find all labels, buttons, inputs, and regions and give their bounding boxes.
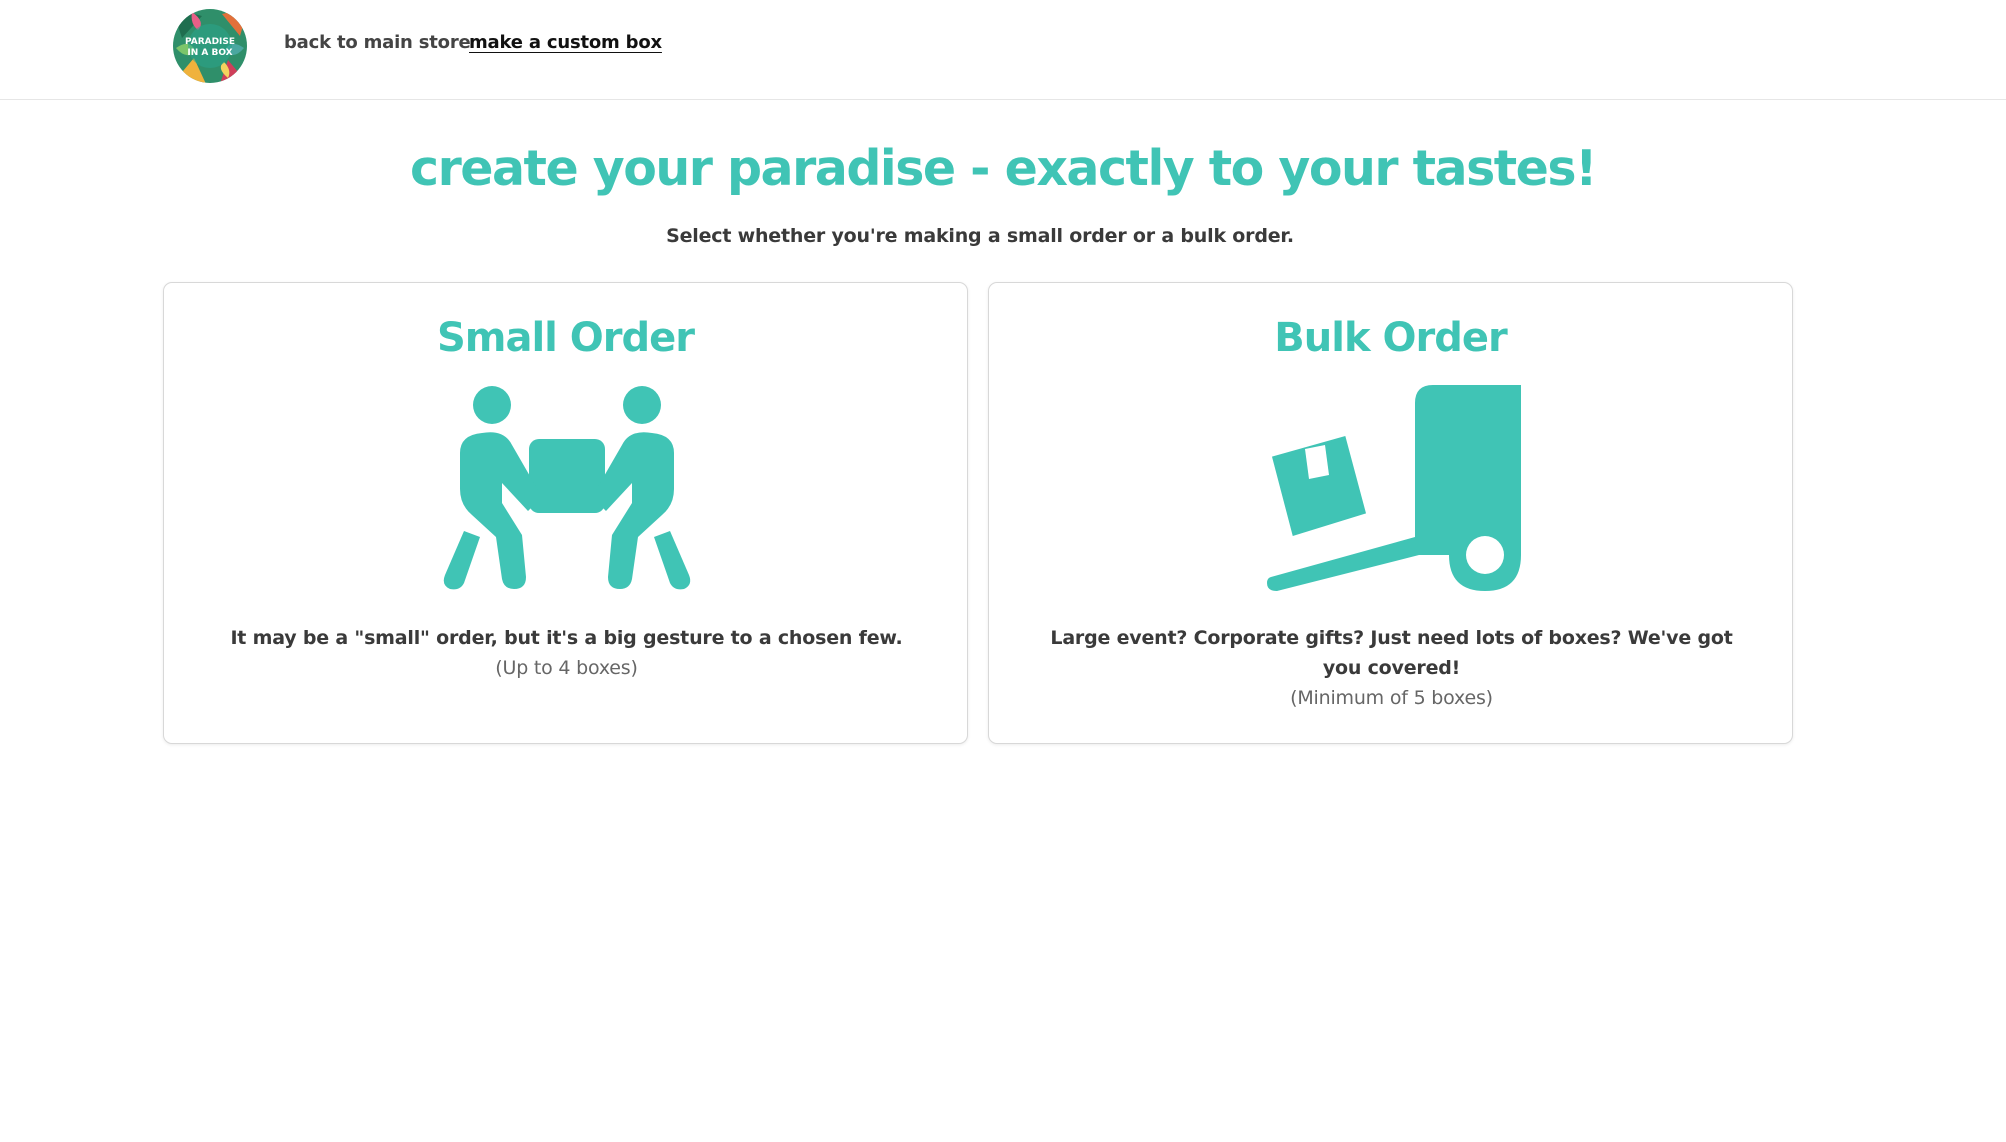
small-order-description: It may be a "small" order, but it's a bi… [224,623,909,683]
small-order-note: (Up to 4 boxes) [495,657,638,679]
bulk-order-note: (Minimum of 5 boxes) [1290,687,1493,709]
site-header: PARADISE IN A BOX back to main store mak… [0,0,2006,100]
dolly-box-icon [1267,385,1521,591]
nav-make-custom-box[interactable]: make a custom box [469,32,662,53]
bulk-order-title: Bulk Order [1274,315,1507,361]
people-carrying-box-icon [443,386,691,590]
svg-text:IN A BOX: IN A BOX [187,48,232,58]
nav-back-to-main-store[interactable]: back to main store [284,32,471,53]
small-order-title: Small Order [436,315,695,361]
logo-icon: PARADISE IN A BOX [173,9,247,83]
bulk-order-description-text: Large event? Corporate gifts? Just need … [1050,627,1733,679]
small-order-card[interactable]: Small Order It may be a "small" order, b… [163,282,968,744]
bulk-order-card[interactable]: Bulk Order Large event? Corporate gifts?… [988,282,1793,744]
page-title: create your paradise - exactly to your t… [410,140,1597,197]
small-order-description-text: It may be a "small" order, but it's a bi… [230,627,903,649]
page-subtitle: Select whether you're making a small ord… [666,225,1294,247]
svg-text:PARADISE: PARADISE [185,37,235,47]
bulk-order-description: Large event? Corporate gifts? Just need … [1049,623,1734,713]
paradise-in-a-box-logo[interactable]: PARADISE IN A BOX [172,8,248,84]
